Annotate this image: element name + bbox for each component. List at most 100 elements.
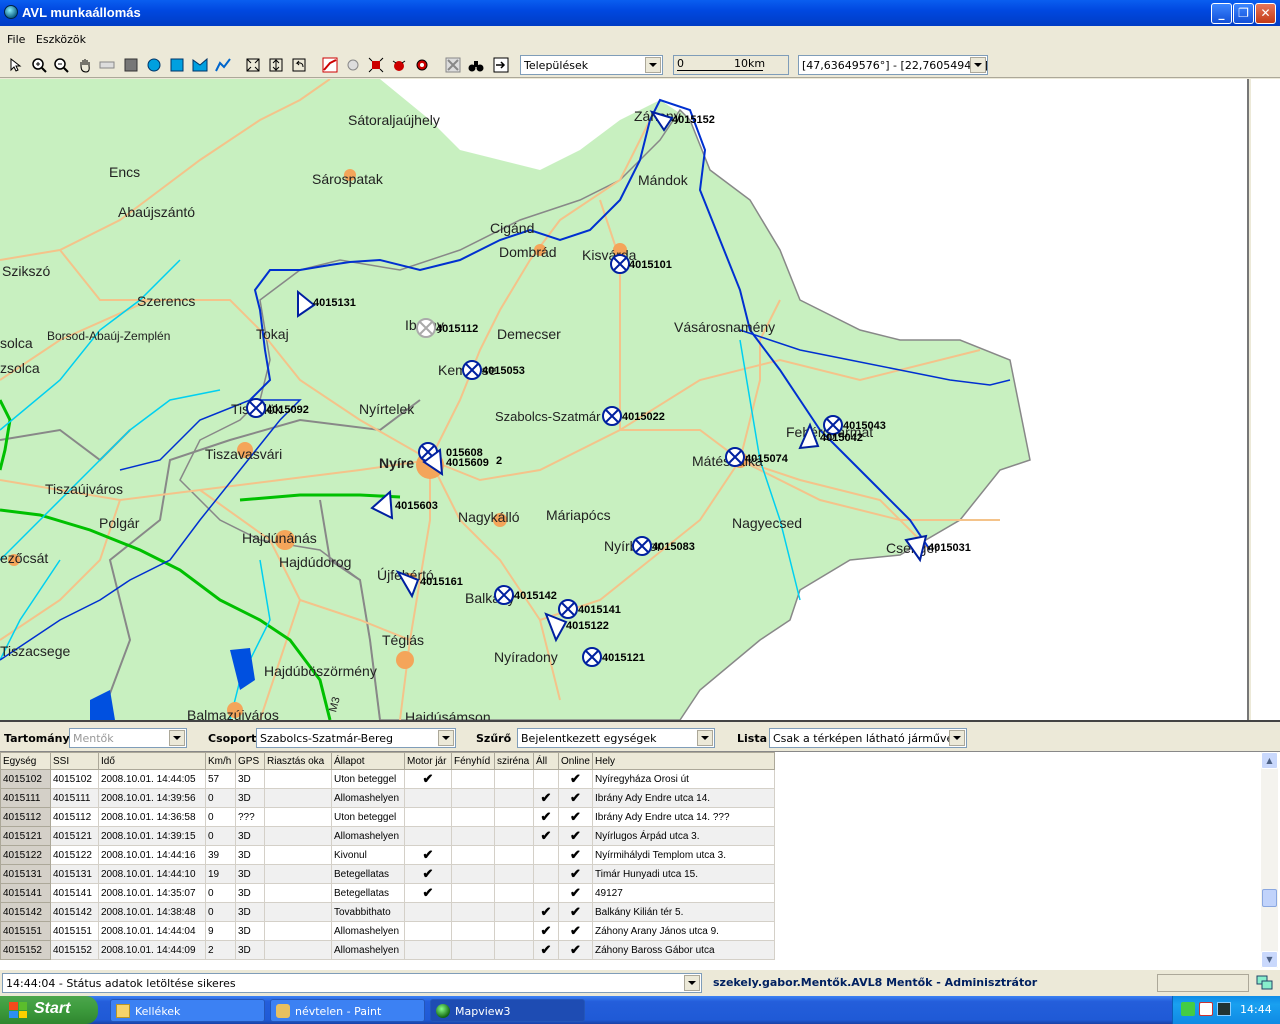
task-mapview[interactable]: Mapview3	[430, 999, 585, 1022]
unit-label: 4015603	[395, 500, 438, 512]
minimize-button[interactable]: _	[1211, 3, 1232, 24]
column-header[interactable]: Km/h	[205, 752, 236, 770]
table-row[interactable]: 4015112 4015112 2008.10.01. 14:36:58 0??? Ut…	[0, 807, 775, 827]
column-header[interactable]: Idő	[98, 752, 206, 770]
menu-eszkozok[interactable]: Eszközök	[36, 33, 86, 46]
column-header[interactable]: GPS	[235, 752, 265, 770]
table-cell: ✔	[404, 845, 452, 865]
tartomany-select[interactable]: Mentők	[69, 728, 187, 748]
menu-file[interactable]: File	[7, 33, 25, 46]
table-cell	[264, 940, 332, 960]
table-cell: 9	[205, 921, 236, 941]
pan-hand-icon[interactable]	[76, 56, 94, 74]
task-kellekek[interactable]: Kellékek	[110, 999, 265, 1022]
table-row[interactable]: 4015111 4015111 2008.10.01. 14:39:56 0 3D All…	[0, 788, 775, 808]
alarm-tool-icon[interactable]	[367, 56, 385, 74]
chevron-down-icon[interactable]	[169, 730, 185, 746]
csoport-select[interactable]: Szabolcs-Szatmár-Bereg	[256, 728, 456, 748]
polyline-tool-icon[interactable]	[214, 56, 232, 74]
vehicle-cross-icon[interactable]	[246, 398, 266, 418]
column-header[interactable]: Áll	[533, 752, 559, 770]
start-button[interactable]: Start	[0, 996, 98, 1024]
map-canvas[interactable]: Sátoraljaújhely Encs Sárospatak Abaújszá…	[0, 79, 1247, 720]
coordinate-select[interactable]: [47,63649576°] - [22,76054946°]	[798, 55, 988, 75]
column-header[interactable]: Egység	[0, 752, 51, 770]
table-cell: 2	[205, 940, 236, 960]
binoculars-icon[interactable]	[467, 56, 485, 74]
table-row[interactable]: 4015142 4015142 2008.10.01. 14:38:48 0 3D Tov…	[0, 902, 775, 922]
table-row[interactable]: 4015141 4015141 2008.10.01. 14:35:07 0 3D Bet…	[0, 883, 775, 903]
lista-select[interactable]: Csak a térképen látható járművek	[769, 728, 967, 748]
table-row[interactable]: 4015102 4015102 2008.10.01. 14:44:05 57 3D Ut…	[0, 769, 775, 789]
vehicle-cross-icon[interactable]	[462, 360, 482, 380]
vehicle-cross-icon[interactable]	[610, 254, 630, 274]
column-header[interactable]: Online	[558, 752, 593, 770]
table-cell	[494, 940, 534, 960]
vehicle-cross-icon[interactable]	[494, 585, 514, 605]
vehicle-track-icon[interactable]	[344, 56, 362, 74]
chevron-down-icon[interactable]	[684, 975, 700, 991]
layer-select[interactable]: Települések	[520, 55, 663, 75]
zoom-extent-icon[interactable]	[244, 56, 262, 74]
go-arrow-icon[interactable]	[492, 56, 510, 74]
column-header[interactable]: Motor jár	[404, 752, 452, 770]
select-rect-icon[interactable]	[122, 56, 140, 74]
column-header[interactable]: Riasztás oka	[264, 752, 332, 770]
column-header[interactable]: sziréna	[494, 752, 534, 770]
circle-tool-icon[interactable]	[145, 56, 163, 74]
table-cell: ✔	[558, 826, 593, 846]
previous-view-icon[interactable]	[290, 56, 308, 74]
scroll-down-icon[interactable]: ▼	[1261, 951, 1278, 968]
close-button[interactable]: ✕	[1255, 3, 1276, 24]
pointer-tool-icon[interactable]	[6, 56, 24, 74]
column-header[interactable]: Állapot	[331, 752, 405, 770]
app-icon	[4, 5, 18, 19]
zoom-out-icon[interactable]	[52, 56, 70, 74]
chevron-down-icon[interactable]	[697, 730, 713, 746]
filter-bar: Tartomány Mentők Csoport Szabolcs-Szatmá…	[0, 725, 1280, 751]
column-header[interactable]: Fényhíd	[451, 752, 495, 770]
vehicle-cross-icon[interactable]	[725, 447, 745, 467]
zoom-in-icon[interactable]	[30, 56, 48, 74]
table-row[interactable]: 4015121 4015121 2008.10.01. 14:39:15 0 3D All…	[0, 826, 775, 846]
clear-icon[interactable]	[444, 56, 462, 74]
zoom-layer-icon[interactable]	[267, 56, 285, 74]
vehicle-cross-icon[interactable]	[602, 406, 622, 426]
vehicle-cross-icon[interactable]	[558, 599, 578, 619]
szuro-select[interactable]: Bejelentkezett egységek	[517, 728, 715, 748]
task-paint[interactable]: névtelen - Paint	[270, 999, 425, 1022]
chevron-down-icon[interactable]	[645, 57, 661, 73]
scroll-up-icon[interactable]: ▲	[1261, 752, 1278, 769]
tray-network-icon[interactable]	[1181, 1002, 1195, 1016]
map-view[interactable]: Sátoraljaújhely Encs Sárospatak Abaújszá…	[0, 79, 1247, 720]
tartomany-label: Tartomány	[4, 732, 70, 745]
table-row[interactable]: 4015151 4015151 2008.10.01. 14:44:04 9 3D All…	[0, 921, 775, 941]
route-tool-icon[interactable]	[321, 56, 339, 74]
table-scrollbar[interactable]: ▲ ▼	[1261, 752, 1278, 968]
vehicle-cross-icon[interactable]	[632, 536, 652, 556]
table-row[interactable]: 4015131 4015131 2008.10.01. 14:44:10 19 3D Be…	[0, 864, 775, 884]
chevron-down-icon[interactable]	[949, 730, 965, 746]
vehicle-cross-icon[interactable]	[416, 318, 436, 338]
target-tool-icon[interactable]	[413, 56, 431, 74]
vehicle-cross-icon[interactable]	[582, 647, 602, 667]
table-cell: 4015102	[50, 769, 99, 789]
polygon-tool-icon[interactable]	[191, 56, 209, 74]
column-header[interactable]: SSI	[50, 752, 99, 770]
chevron-down-icon[interactable]	[970, 57, 986, 73]
table-row[interactable]: 4015152 4015152 2008.10.01. 14:44:09 2 3D All…	[0, 940, 775, 960]
scroll-thumb[interactable]	[1262, 889, 1277, 907]
unit-label: 4015092	[266, 404, 309, 416]
bug-tool-icon[interactable]	[390, 56, 408, 74]
maximize-button[interactable]: ❐	[1233, 3, 1254, 24]
status-message-select[interactable]: 14:44:04 - Státus adatok letöltése siker…	[2, 973, 702, 993]
rectangle-tool-icon[interactable]	[168, 56, 186, 74]
chevron-down-icon[interactable]	[438, 730, 454, 746]
table-row[interactable]: 4015122 4015122 2008.10.01. 14:44:16 39 3D Ki…	[0, 845, 775, 865]
ruler-icon[interactable]	[98, 56, 116, 74]
table-cell	[404, 826, 452, 846]
column-header[interactable]: Hely	[592, 752, 775, 770]
tray-monitor-icon[interactable]	[1217, 1002, 1231, 1016]
tray-antivirus-icon[interactable]	[1199, 1002, 1213, 1016]
city-label: Tokaj	[256, 326, 289, 342]
